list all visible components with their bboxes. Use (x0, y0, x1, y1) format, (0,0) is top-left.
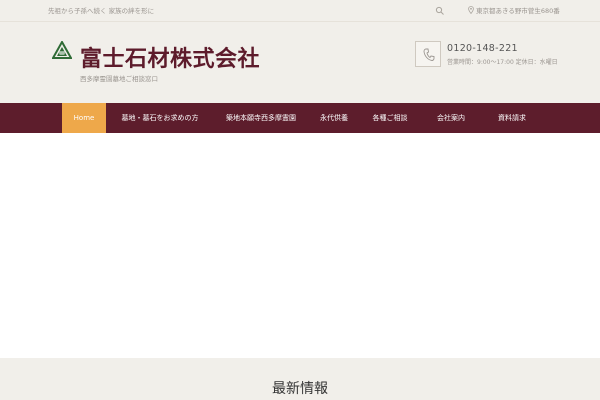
nav-item-perpetual-memorial[interactable]: 永代供養 (316, 103, 352, 133)
company-name[interactable]: 富士石材株式会社 (80, 41, 260, 73)
site-subtitle: 西多摩霊園墓地ご相談窓口 (80, 75, 158, 83)
business-hours: 営業時間：9:00～17:00 定休日：水曜日 (447, 59, 558, 66)
news-heading: 最新情報 (272, 381, 328, 397)
main-nav: Home 墓地・墓石をお求めの方 築地本願寺西多摩霊園 永代供養 各種ご相談 会… (0, 103, 600, 133)
site-header: 富士石材株式会社 西多摩霊園墓地ご相談窓口 0120-148-221 営業時間：… (0, 22, 600, 103)
nav-item-grave-purchase[interactable]: 墓地・墓石をお求めの方 (114, 103, 206, 133)
phone-number[interactable]: 0120-148-221 (447, 43, 518, 54)
nav-item-consultation[interactable]: 各種ご相談 (368, 103, 412, 133)
nav-item-home[interactable]: Home (62, 103, 106, 133)
nav-item-request-materials[interactable]: 資料請求 (490, 103, 534, 133)
phone-icon-box (415, 41, 441, 67)
tagline: 先祖から子孫へ続く 家族の絆を形に (48, 7, 155, 15)
address-text: 東京都あきる野市菅生680番 (476, 7, 560, 15)
search-icon[interactable] (435, 6, 445, 16)
nav-item-cemetery[interactable]: 築地本願寺西多摩霊園 (218, 103, 304, 133)
logo-mark-icon[interactable] (52, 41, 72, 59)
nav-item-company[interactable]: 会社案内 (433, 103, 469, 133)
phone-icon (423, 48, 435, 61)
map-pin-icon (468, 6, 474, 14)
hero-area (0, 133, 600, 358)
address: 東京都あきる野市菅生680番 (468, 5, 560, 15)
top-bar: 先祖から子孫へ続く 家族の絆を形に 東京都あきる野市菅生680番 (0, 0, 600, 22)
